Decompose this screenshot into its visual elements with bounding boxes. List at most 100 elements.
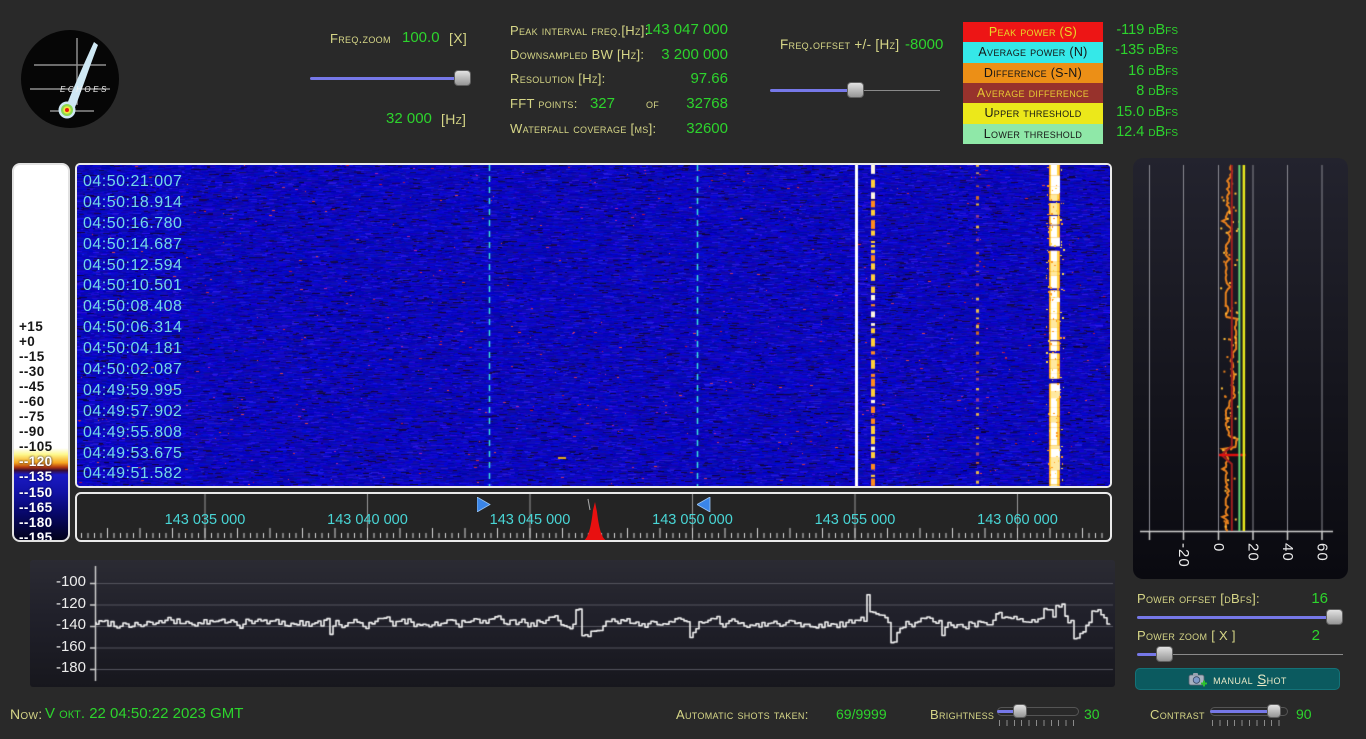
- ruler-frequency-label: 143 060 000: [977, 512, 1058, 528]
- scale-label: --120: [14, 454, 68, 469]
- threshold-axis-tick: 60: [1314, 543, 1331, 562]
- contrast-value: 90: [1296, 706, 1312, 722]
- now-value: V окт. 22 04:50:22 2023 GMT: [45, 705, 243, 722]
- signal-value: -135 dBfs: [1115, 42, 1178, 58]
- lower-threshold-button[interactable]: Lower threshold: [963, 124, 1103, 144]
- ruler-frequency-label: 143 035 000: [165, 512, 246, 528]
- freq-zoom-slider[interactable]: [310, 70, 470, 88]
- freq-offset-value: -8000: [905, 36, 943, 53]
- signal-values-column: -119 dBfs-135 dBfs16 dBfs8 dBfs15.0 dBfs…: [1100, 22, 1178, 144]
- waterfall-timestamp: 04:49:53.675: [83, 444, 182, 465]
- waterfall-timestamp: 04:49:55.808: [83, 423, 182, 444]
- slider-handle[interactable]: [1156, 646, 1173, 662]
- signal-button-label: Difference (S-N): [984, 66, 1082, 80]
- average-power-button[interactable]: Average power (N): [963, 42, 1103, 62]
- threshold-axis-tick: 0: [1210, 543, 1227, 552]
- power-offset-slider[interactable]: [1137, 609, 1343, 627]
- scale-label: --15: [14, 349, 68, 364]
- waterfall-timestamp: 04:50:18.914: [83, 193, 182, 214]
- contrast-slider[interactable]: [1210, 703, 1288, 721]
- freq-offset-label: Freq.offset +/- [Hz]: [780, 37, 899, 52]
- interval-start-marker-icon[interactable]: [477, 497, 491, 512]
- scale-label: +15: [14, 319, 68, 334]
- shots-taken-label: Automatic shots taken:: [676, 707, 809, 722]
- threshold-axis-tick: 20: [1245, 543, 1262, 562]
- waterfall-timestamps: 04:50:21.00704:50:18.91404:50:16.78004:5…: [83, 172, 182, 485]
- peak-power-button[interactable]: Peak power (S): [963, 22, 1103, 42]
- contrast-label: Contrast: [1150, 707, 1205, 722]
- slider-handle[interactable]: [847, 82, 864, 98]
- freq-zoom-value: 100.0: [402, 29, 440, 46]
- waterfall-timestamp: 04:50:12.594: [83, 256, 182, 277]
- waterfall-timestamp: 04:50:02.087: [83, 360, 182, 381]
- freq-offset-slider[interactable]: [770, 82, 940, 100]
- threshold-axis-tick: -20: [1175, 543, 1192, 568]
- spectrum-plot-canvas: [30, 560, 1115, 687]
- interval-end-marker-icon[interactable]: [697, 497, 711, 512]
- scale-label: --180: [14, 515, 68, 530]
- scale-label: --135: [14, 469, 68, 484]
- signal-button-label: Upper threshold: [984, 106, 1081, 120]
- difference-button[interactable]: Difference (S-N): [963, 63, 1103, 83]
- freq-zoom-unit: [X]: [449, 30, 467, 46]
- stat-downsampled-bw-value: 3 200 000: [560, 46, 728, 63]
- ruler-frequency-label: 143 055 000: [815, 512, 896, 528]
- waterfall-panel[interactable]: 04:50:21.00704:50:18.91404:50:16.78004:5…: [75, 163, 1112, 488]
- spectrum-axis-tick: -180: [30, 659, 86, 676]
- scale-label: --30: [14, 364, 68, 379]
- stat-peak-interval-value: 143 047 000: [560, 21, 728, 38]
- frequency-ruler[interactable]: 143 035 000143 040 000143 045 000143 050…: [75, 492, 1112, 542]
- spectrum-axis-tick: -140: [30, 616, 86, 633]
- signal-button-label: Lower threshold: [984, 127, 1082, 141]
- power-zoom-slider[interactable]: [1137, 646, 1343, 664]
- slider-track-rest: [860, 90, 940, 91]
- threshold-plot-panel: -200204060: [1133, 158, 1348, 579]
- slider-ticks: [1212, 720, 1286, 726]
- upper-threshold-button[interactable]: Upper threshold: [963, 103, 1103, 123]
- slider-track: [1137, 616, 1334, 619]
- now-label: Now:: [10, 706, 42, 722]
- freq-zoom-label: Freq.zoom: [330, 31, 391, 46]
- waterfall-timestamp: 04:50:21.007: [83, 172, 182, 193]
- average-difference-button[interactable]: Average difference: [963, 83, 1103, 103]
- waterfall-timestamp: 04:49:51.582: [83, 464, 182, 485]
- power-offset-value: 16: [1240, 590, 1328, 607]
- waterfall-canvas[interactable]: [77, 165, 1110, 486]
- waterfall-timestamp: 04:49:59.995: [83, 381, 182, 402]
- scale-label: --75: [14, 409, 68, 424]
- manual-shot-label: manual Shot: [1213, 672, 1287, 687]
- peak-marker-icon: [582, 498, 608, 541]
- slider-track: [310, 77, 462, 80]
- waterfall-timestamp: 04:50:10.501: [83, 276, 182, 297]
- scale-label: --90: [14, 424, 68, 439]
- scale-label: --105: [14, 439, 68, 454]
- stat-fft-total-value: 32768: [640, 95, 728, 112]
- ruler-frequency-label: 143 040 000: [327, 512, 408, 528]
- freq-zoom-bandwidth: 32 000: [386, 110, 432, 127]
- brightness-slider[interactable]: [997, 703, 1079, 721]
- shots-taken-value: 69/9999: [836, 706, 887, 722]
- ruler-frequency-label: 143 045 000: [490, 512, 571, 528]
- slider-handle[interactable]: [454, 70, 471, 86]
- slider-track: [1210, 710, 1274, 713]
- app-logo: ECHOES: [20, 29, 120, 129]
- slider-handle[interactable]: [1326, 609, 1343, 625]
- signal-value: 12.4 dBfs: [1116, 124, 1178, 140]
- signal-value: 16 dBfs: [1128, 63, 1178, 79]
- power-zoom-label: Power zoom [ X ]: [1137, 628, 1236, 643]
- power-color-scale: +15+0--15--30--45--60--75--90--105--120-…: [12, 163, 70, 542]
- signal-value: 15.0 dBfs: [1116, 104, 1178, 120]
- waterfall-timestamp: 04:50:08.408: [83, 297, 182, 318]
- stat-fft-points-value: 327: [540, 95, 615, 112]
- spectrum-axis-tick: -160: [30, 638, 86, 655]
- scale-label: --60: [14, 394, 68, 409]
- waterfall-timestamp: 04:49:57.902: [83, 402, 182, 423]
- signal-button-label: Average power (N): [978, 45, 1087, 59]
- logo-text: ECHOES: [60, 85, 109, 94]
- slider-handle[interactable]: [1013, 704, 1027, 718]
- threshold-plot-canvas: [1133, 158, 1348, 579]
- signal-value: -119 dBfs: [1116, 22, 1178, 38]
- scale-label: --150: [14, 485, 68, 500]
- manual-shot-button[interactable]: manual Shot: [1135, 668, 1340, 690]
- slider-handle[interactable]: [1267, 704, 1281, 718]
